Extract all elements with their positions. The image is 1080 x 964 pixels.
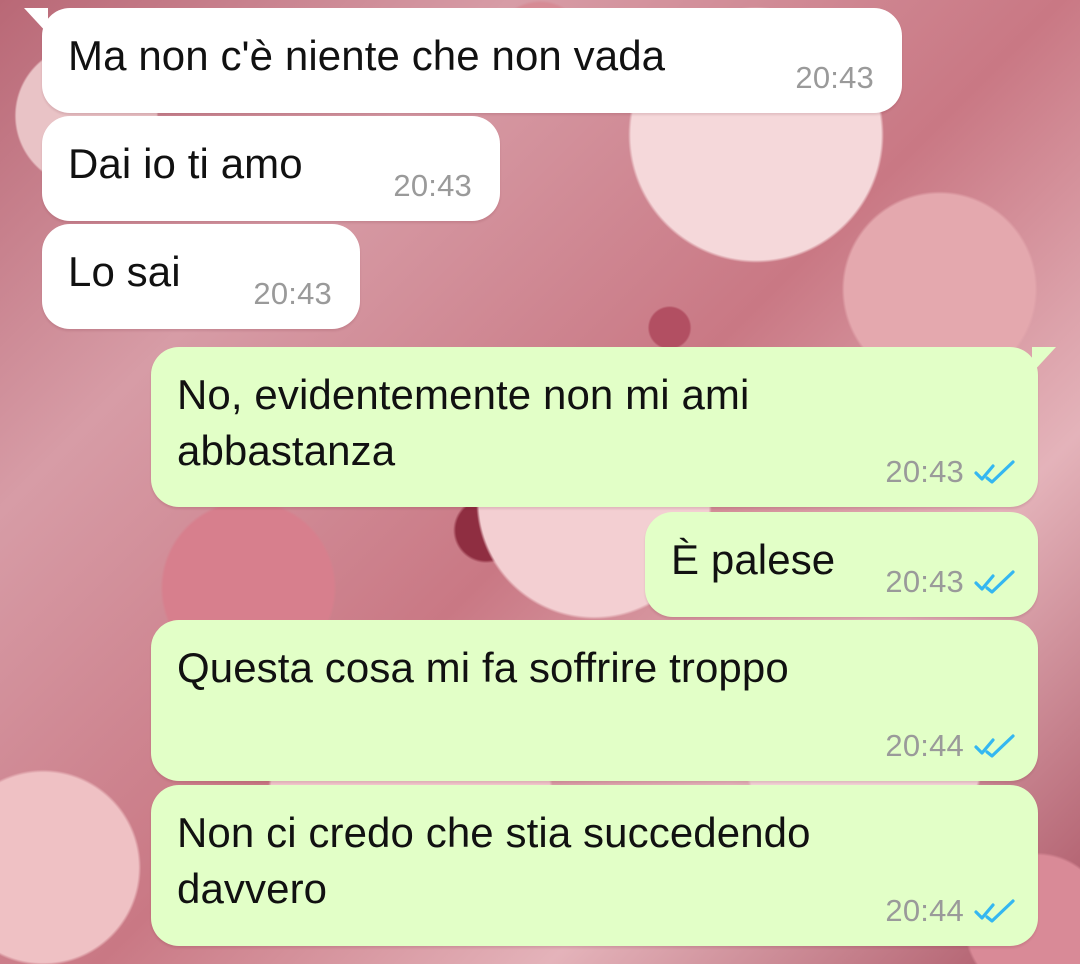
message-time: 20:43 <box>795 60 874 95</box>
message-meta: 20:44 <box>885 729 1016 763</box>
message-time: 20:43 <box>885 564 964 599</box>
outgoing-message[interactable]: Questa cosa mi fa soffrire troppo 20:44 <box>151 620 1038 781</box>
chat-message-list[interactable]: Ma non c'è niente che non vada 20:43 Dai… <box>0 0 1080 964</box>
message-text: Ma non c'è niente che non vada <box>68 32 666 79</box>
message-text-line: Non ci credo che stia succedendo <box>177 809 811 856</box>
message-meta: 20:44 <box>885 894 1016 928</box>
outgoing-message[interactable]: È palese 20:43 <box>645 512 1038 617</box>
message-text: Questa cosa mi fa soffrire troppo <box>177 644 789 691</box>
incoming-message[interactable]: Dai io ti amo 20:43 <box>42 116 500 221</box>
message-meta: 20:43 <box>253 277 332 311</box>
outgoing-message[interactable]: Non ci credo che stia succedendo davvero… <box>151 785 1038 946</box>
message-text-line: No, evidentemente non mi ami <box>177 371 750 418</box>
double-check-icon <box>974 734 1016 758</box>
message-time: 20:44 <box>885 728 964 763</box>
incoming-message[interactable]: Ma non c'è niente che non vada 20:43 <box>24 8 902 113</box>
message-time: 20:43 <box>253 276 332 311</box>
incoming-message[interactable]: Lo sai 20:43 <box>42 224 360 329</box>
double-check-icon <box>974 460 1016 484</box>
double-check-icon <box>974 899 1016 923</box>
message-time: 20:43 <box>393 168 472 203</box>
message-meta: 20:43 <box>795 61 874 95</box>
message-time: 20:44 <box>885 893 964 928</box>
double-check-icon <box>974 570 1016 594</box>
message-meta: 20:43 <box>885 565 1016 599</box>
message-meta: 20:43 <box>393 169 472 203</box>
message-time: 20:43 <box>885 454 964 489</box>
message-meta: 20:43 <box>885 455 1016 489</box>
outgoing-message[interactable]: No, evidentemente non mi ami abbastanza … <box>151 347 1056 507</box>
